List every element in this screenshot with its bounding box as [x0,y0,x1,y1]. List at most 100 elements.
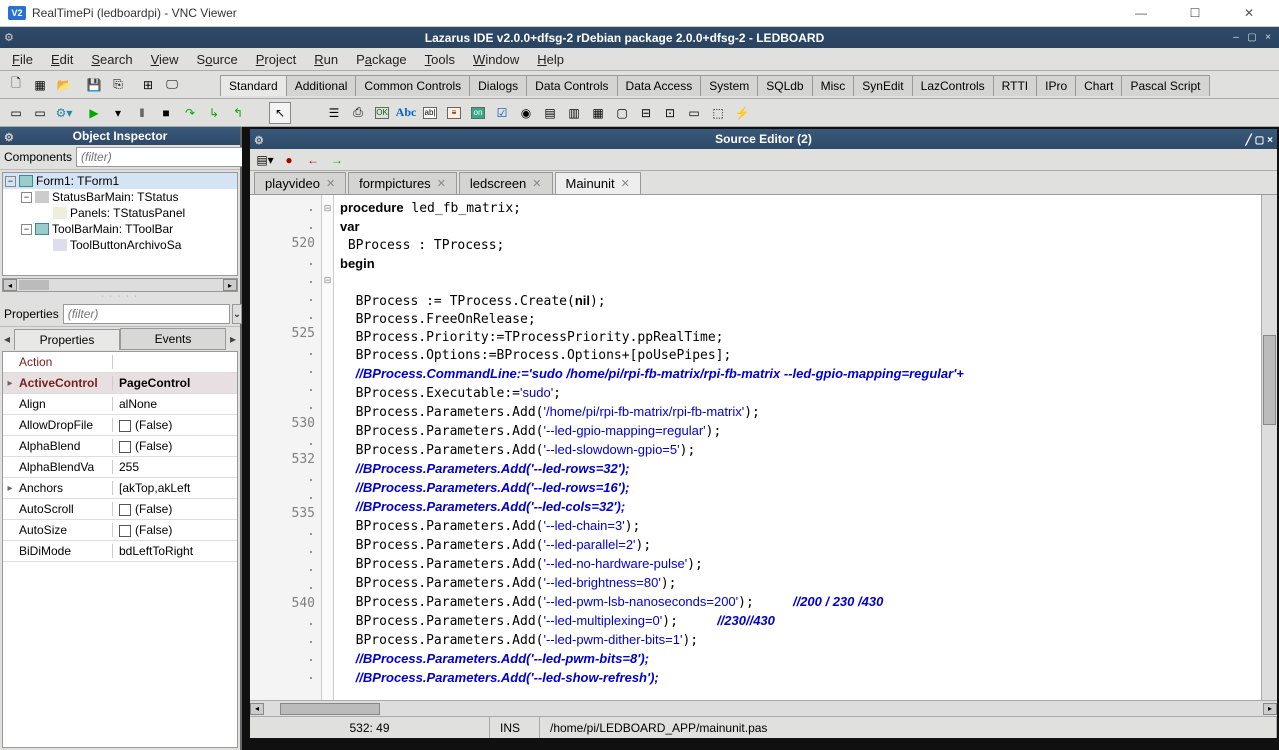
scroll-thumb[interactable] [19,280,49,290]
view-units-button[interactable]: ▭ [5,102,27,124]
prop-align[interactable]: Align [17,397,113,411]
tab-system[interactable]: System [700,75,758,96]
menu-source[interactable]: Source [189,50,246,69]
vnc-minimize-button[interactable]: — [1123,2,1159,24]
tframe-icon[interactable]: ⬚ [707,102,729,124]
run-button[interactable]: ▶ [83,102,105,124]
prop-bidimode[interactable]: BiDiMode [17,544,113,558]
src-close-button[interactable]: × [1267,131,1273,151]
tab-pascal-script[interactable]: Pascal Script [1121,75,1209,96]
tab-events[interactable]: Events [120,328,226,350]
step-over-button[interactable]: ↷ [179,102,201,124]
tree-h-scrollbar[interactable]: ◂ ▸ [2,278,238,292]
tree-item-toolbar[interactable]: −ToolBarMain: TToolBar [3,221,237,237]
step-into-button[interactable]: ↳ [203,102,225,124]
tgroupbox-icon[interactable]: ▢ [611,102,633,124]
tab-properties[interactable]: Properties [14,329,120,350]
tbutton-icon[interactable]: OK [371,102,393,124]
pause-button[interactable]: ‖ [131,102,153,124]
open-button[interactable]: 📂 [53,74,75,96]
prop-tab-prev-button[interactable]: ◂ [0,332,14,346]
tree-item-panels[interactable]: Panels: TStatusPanel [3,205,237,221]
menu-window[interactable]: Window [465,50,527,69]
tab-additional[interactable]: Additional [286,75,357,96]
scroll-right-button[interactable]: ▸ [223,279,237,291]
tpanel-icon[interactable]: ▭ [683,102,705,124]
tab-data-access[interactable]: Data Access [617,75,702,96]
v-scroll-thumb[interactable] [1263,335,1276,425]
menu-project[interactable]: Project [248,50,304,69]
menu-file[interactable]: File [4,50,41,69]
prop-alphablendvalue[interactable]: AlphaBlendVa [17,460,113,474]
tradiogroup-icon[interactable]: ⊟ [635,102,657,124]
toggle-form-button[interactable]: ⊞ [137,74,159,96]
nav-dropdown-button[interactable]: ▤▾ [256,152,274,168]
tscrollbar-icon[interactable]: ▦ [587,102,609,124]
monitor-icon[interactable]: 🖵 [161,74,183,96]
h-scroll-right-button[interactable]: ▸ [1263,703,1277,715]
tcombobox-icon[interactable]: ▥ [563,102,585,124]
nav-forward-button[interactable]: → [328,152,346,168]
tab-playvideo[interactable]: playvideo✕ [254,172,346,194]
view-forms-button[interactable]: ▭ [29,102,51,124]
tab-misc[interactable]: Misc [812,75,855,96]
build-mode-button[interactable]: ⚙▾ [53,102,75,124]
tab-chart[interactable]: Chart [1075,75,1122,96]
nav-back-button[interactable]: ← [304,152,322,168]
tab-formpictures[interactable]: formpictures✕ [348,172,457,194]
close-icon[interactable]: ✕ [532,177,541,190]
tab-dialogs[interactable]: Dialogs [469,75,527,96]
menu-search[interactable]: Search [83,50,140,69]
components-filter-input[interactable] [76,147,243,167]
tcheckgroup-icon[interactable]: ⊡ [659,102,681,124]
src-max-button[interactable]: ▢ [1255,131,1264,151]
tree-item-toolbutton[interactable]: ToolButtonArchivoSa [3,237,237,253]
menu-edit[interactable]: Edit [43,50,81,69]
prop-allowdropfile[interactable]: AllowDropFile [17,418,113,432]
menu-package[interactable]: Package [348,50,415,69]
tab-ipro[interactable]: IPro [1036,75,1076,96]
tmainmenu-icon[interactable]: ☰ [323,102,345,124]
property-grid[interactable]: Action ▸ActiveControlPageControl Alignal… [2,351,238,748]
ttogglebox-icon[interactable]: on [467,102,489,124]
properties-filter-clear-button[interactable]: ⌄ [232,304,242,324]
close-icon[interactable]: ✕ [621,177,630,190]
editor-h-scrollbar[interactable]: ◂ ▸ [250,700,1277,716]
menu-help[interactable]: Help [529,50,572,69]
prop-activecontrol[interactable]: ActiveControl [17,376,113,390]
step-out-button[interactable]: ↰ [227,102,249,124]
menu-view[interactable]: View [143,50,187,69]
tab-lazcontrols[interactable]: LazControls [912,75,994,96]
tactionlist-icon[interactable]: ⚡ [731,102,753,124]
close-icon[interactable]: ✕ [326,177,335,190]
tab-mainunit[interactable]: Mainunit✕ [555,172,641,194]
vnc-close-button[interactable]: ✕ [1231,2,1267,24]
prop-action[interactable]: Action [17,355,113,369]
prop-autoscroll[interactable]: AutoScroll [17,502,113,516]
cursor-tool-button[interactable]: ↖ [269,102,291,124]
prop-tab-next-button[interactable]: ▸ [226,332,240,346]
menu-run[interactable]: Run [306,50,346,69]
fold-column[interactable]: ⊟⊟ [322,195,334,700]
ide-maximize-button[interactable]: ▢ [1245,31,1259,45]
component-tree[interactable]: −Form1: TForm1 −StatusBarMain: TStatus P… [2,172,238,276]
splitter-grip[interactable]: · · · · · [0,294,240,302]
code-editor[interactable]: ..520....525....530.532..535....540.... … [250,195,1277,700]
tradiobutton-icon[interactable]: ◉ [515,102,537,124]
properties-filter-input[interactable] [63,304,230,324]
tab-standard[interactable]: Standard [220,75,287,96]
close-icon[interactable]: ✕ [437,177,446,190]
tree-item-statusbar[interactable]: −StatusBarMain: TStatus [3,189,237,205]
menu-tools[interactable]: Tools [417,50,463,69]
run-dropdown-button[interactable]: ▾ [107,102,129,124]
ide-close-button[interactable]: × [1261,31,1275,45]
tree-item-form1[interactable]: −Form1: TForm1 [3,173,237,189]
tab-data-controls[interactable]: Data Controls [526,75,617,96]
code-content[interactable]: procedure led_fb_matrix; var BProcess : … [334,195,1261,700]
tcheckbox-icon[interactable]: ☑ [491,102,513,124]
h-scroll-thumb[interactable] [280,703,380,715]
tlistbox-icon[interactable]: ▤ [539,102,561,124]
prop-autosize[interactable]: AutoSize [17,523,113,537]
tpopupmenu-icon[interactable]: ⎙ [347,102,369,124]
prop-anchors[interactable]: Anchors [17,481,113,495]
